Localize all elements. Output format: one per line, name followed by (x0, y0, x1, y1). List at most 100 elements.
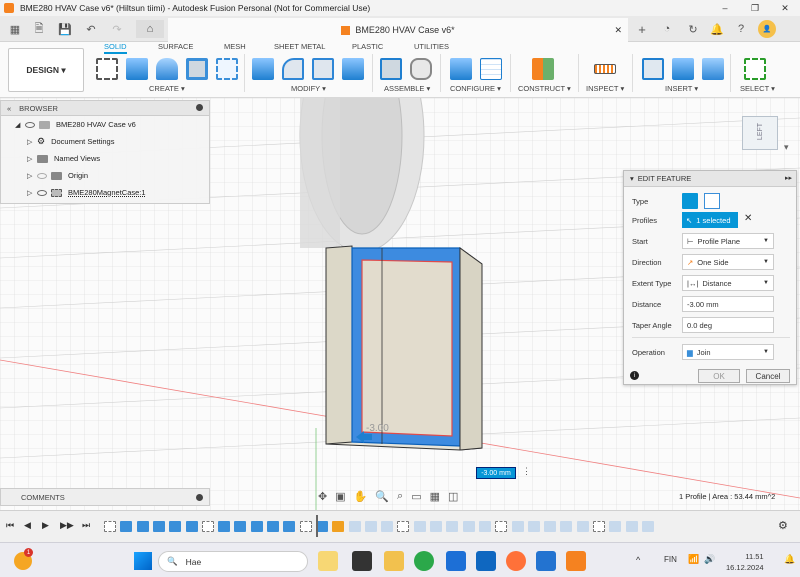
clock[interactable]: 11.51 16.12.2024 (726, 551, 764, 573)
tray-chevron-icon[interactable]: ^ (636, 555, 640, 565)
firefox-icon[interactable] (506, 551, 526, 571)
extensions-icon[interactable]: ◔ (660, 20, 674, 38)
collapse-dialog-icon[interactable]: ▾ (630, 174, 634, 183)
timeline-feature-icon[interactable] (332, 521, 345, 532)
viewports-icon[interactable]: ◫ (448, 490, 458, 503)
distance-canvas-input[interactable]: -3.00 mm (476, 467, 516, 479)
ok-button[interactable]: OK (698, 369, 740, 383)
configuration-table-icon[interactable] (480, 58, 502, 80)
view-cube[interactable]: LEFT (742, 116, 778, 150)
select-menu[interactable]: SELECT ▾ (740, 84, 775, 93)
configure-icon[interactable] (450, 58, 472, 80)
timeline-feature-icon[interactable] (283, 521, 296, 532)
file-menu-icon[interactable]: 🗎 (30, 20, 48, 38)
notifications-icon[interactable]: 🔔 (710, 20, 724, 38)
outlook-icon[interactable] (476, 551, 496, 571)
extrude-icon[interactable] (126, 58, 148, 80)
workspace-switcher-button[interactable]: DESIGN ▾ (8, 48, 84, 92)
assemble-menu[interactable]: ASSEMBLE ▾ (384, 84, 430, 93)
timeline-feature-icon[interactable] (462, 521, 475, 532)
timeline-feature-icon[interactable] (234, 521, 247, 532)
distance-input[interactable]: -3.00 mm (682, 296, 774, 312)
profiles-selection-button[interactable]: ↖ 1 selected (682, 212, 738, 228)
timeline-feature-icon[interactable] (169, 521, 182, 532)
notification-center-icon[interactable]: 🔔 (784, 554, 795, 565)
timeline-feature-icon[interactable] (397, 521, 410, 532)
start-dropdown[interactable]: ⊢ Profile Plane ▼ (682, 233, 774, 249)
info-icon[interactable]: i (630, 371, 639, 380)
collapse-panel-icon[interactable]: « (7, 104, 11, 113)
windows-start-icon[interactable] (134, 552, 152, 570)
zoom-window-icon[interactable]: ⌕ (397, 490, 403, 503)
maximize-button[interactable]: ❐ (740, 0, 770, 16)
expand-triangle-icon[interactable]: ▷ (27, 138, 37, 146)
inspect-menu[interactable]: INSPECT ▾ (586, 84, 624, 93)
clear-selection-icon[interactable]: ✕ (744, 213, 752, 224)
new-tab-button[interactable]: + (634, 20, 650, 38)
tab-solid[interactable]: SOLID (104, 42, 127, 54)
timeline-feature-icon[interactable] (267, 521, 279, 532)
timeline-feature-icon[interactable] (364, 521, 377, 532)
look-at-icon[interactable]: ▣ (335, 490, 345, 503)
insert-derive-icon[interactable] (642, 58, 664, 80)
modify-menu[interactable]: MODIFY ▾ (291, 84, 326, 93)
minimize-button[interactable]: – (710, 0, 740, 16)
job-status-icon[interactable]: ↻ (686, 20, 700, 38)
document-tab[interactable]: BME280 HVAV Case v6* ✕ (168, 18, 628, 42)
tab-sheet-metal[interactable]: SHEET METAL (274, 42, 325, 51)
thin-type-icon[interactable] (704, 193, 720, 209)
expand-triangle-icon[interactable]: ◢ (15, 121, 25, 129)
redo-icon[interactable]: ↷ (108, 20, 126, 38)
timeline-feature-icon[interactable] (478, 521, 491, 532)
save-icon[interactable]: 💾 (56, 20, 74, 38)
zoom-icon[interactable]: 🔍 (375, 490, 389, 503)
close-button[interactable]: ✕ (770, 0, 800, 16)
volume-icon[interactable]: 🔊 (704, 554, 715, 565)
visibility-eye-icon[interactable] (37, 172, 47, 179)
operation-dropdown[interactable]: ▆ Join ▼ (682, 344, 774, 360)
timeline-feature-icon[interactable] (250, 521, 263, 532)
file-explorer-icon[interactable] (384, 551, 404, 571)
revolve-icon[interactable] (156, 58, 178, 80)
help-icon[interactable]: ? (734, 20, 748, 38)
step-back-icon[interactable]: ◀ (24, 520, 31, 531)
insert-component-icon[interactable] (672, 58, 694, 80)
copilot-icon[interactable] (318, 551, 338, 571)
insert-menu[interactable]: INSERT ▾ (665, 84, 698, 93)
timeline-feature-icon[interactable] (544, 521, 557, 532)
timeline-settings-icon[interactable]: ⚙ (778, 519, 788, 532)
home-icon[interactable]: ⌂ (136, 20, 164, 38)
timeline-feature-icon[interactable] (348, 521, 361, 532)
timeline-feature-icon[interactable] (152, 521, 165, 532)
timeline-feature-icon[interactable] (625, 521, 638, 532)
language-indicator[interactable]: FIN (664, 555, 677, 564)
grid-settings-icon[interactable]: ▦ (430, 490, 440, 503)
undo-icon[interactable]: ↶ (82, 20, 100, 38)
timeline-feature-icon[interactable] (560, 521, 573, 532)
step-forward-icon[interactable]: ▶▶ (60, 520, 74, 531)
construct-menu[interactable]: CONSTRUCT ▾ (518, 84, 571, 93)
tab-mesh[interactable]: MESH (224, 42, 246, 51)
expand-triangle-icon[interactable]: ▷ (27, 172, 37, 180)
select-icon[interactable] (744, 58, 766, 80)
combine-icon[interactable] (342, 58, 364, 80)
hole-icon[interactable] (186, 58, 208, 80)
browser-item-origin[interactable]: ▷ Origin (1, 167, 209, 184)
new-component-icon[interactable] (380, 58, 402, 80)
go-to-end-icon[interactable]: ⏭ (82, 520, 90, 531)
chamfer-icon[interactable] (312, 58, 334, 80)
task-view-icon[interactable] (352, 551, 372, 571)
pan-icon[interactable]: ✋ (354, 490, 368, 503)
chat-app-icon[interactable] (536, 551, 556, 571)
orbit-icon[interactable]: ✥ (318, 490, 327, 503)
insert-canvas-icon[interactable] (702, 58, 724, 80)
expand-triangle-icon[interactable]: ▷ (27, 155, 37, 163)
create-menu[interactable]: CREATE ▾ (149, 84, 185, 93)
view-cube-menu-icon[interactable]: ▾ (784, 142, 789, 153)
extent-dropdown[interactable]: |↔| Distance ▼ (682, 275, 774, 291)
configure-menu[interactable]: CONFIGURE ▾ (450, 84, 501, 93)
timeline-feature-icon[interactable] (495, 521, 508, 532)
fusion-taskbar-icon[interactable] (566, 551, 586, 571)
wifi-icon[interactable]: 📶 (688, 554, 699, 565)
data-panel-icon[interactable]: ▦ (6, 20, 24, 38)
